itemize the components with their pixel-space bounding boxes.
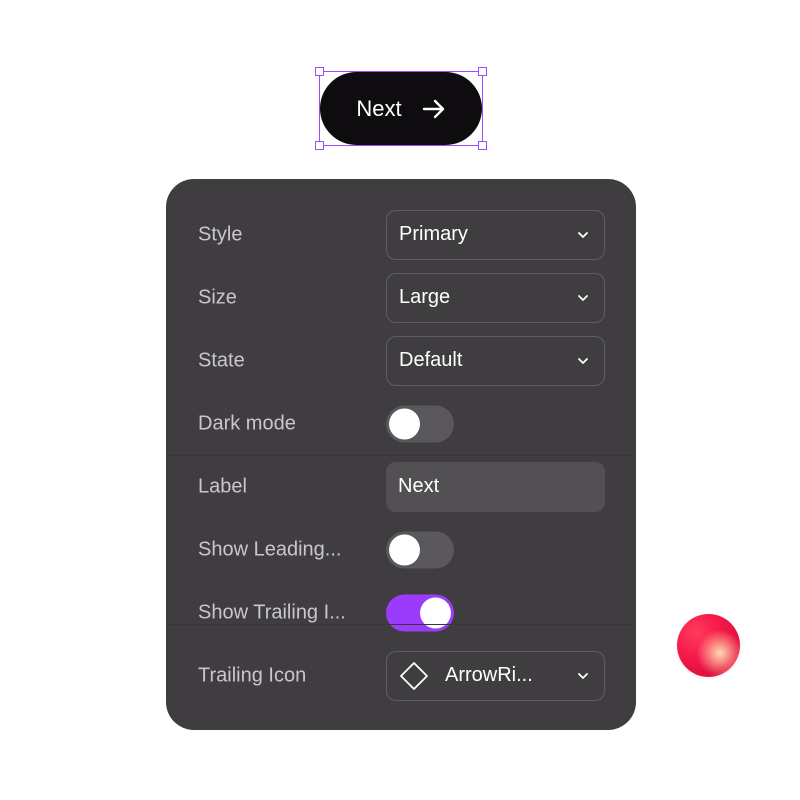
resize-handle-bottom-left[interactable] [315,141,324,150]
size-select[interactable]: Large [386,272,605,323]
style-select[interactable]: Primary [386,209,605,260]
show-leading-row: Show Leading... [166,518,636,581]
style-value: Primary [399,223,468,245]
trailing-icon-label: Trailing Icon [198,664,307,686]
chevron-down-icon [578,672,588,679]
trailing-icon-value: ArrowRi... [445,664,533,686]
canvas: Next Style Primary Size Large State Defa… [0,0,800,800]
trailing-icon-row: Trailing Icon ArrowRi... [166,644,636,707]
dark-mode-row: Dark mode [166,392,636,455]
section-divider [166,624,636,625]
toggle-knob [389,408,420,439]
size-value: Large [399,286,451,308]
show-leading-label: Show Leading... [198,538,342,560]
chevron-down-icon [578,294,588,301]
label-label: Label [198,475,247,497]
state-label: State [198,349,245,371]
dark-mode-toggle[interactable] [386,405,454,442]
show-trailing-label: Show Trailing I... [198,601,346,623]
label-input[interactable]: Next [386,461,605,512]
trailing-icon-select[interactable]: ArrowRi... [386,650,605,701]
show-leading-toggle[interactable] [386,531,454,568]
state-select[interactable]: Default [386,335,605,386]
size-row: Size Large [166,266,636,329]
chevron-down-icon [578,231,588,238]
toggle-knob [389,534,420,565]
avatar[interactable] [677,614,740,677]
resize-handle-top-right[interactable] [478,67,487,76]
style-row: Style Primary [166,203,636,266]
show-trailing-row: Show Trailing I... [166,581,636,644]
state-value: Default [399,349,463,371]
state-row: State Default [166,329,636,392]
properties-panel: Style Primary Size Large State Default D… [166,179,636,730]
label-input-value: Next [398,475,440,497]
show-trailing-toggle[interactable] [386,594,454,631]
label-row: Label Next [166,455,636,518]
diamond-icon [400,661,428,690]
selection-frame [315,67,487,150]
size-label: Size [198,286,237,308]
style-label: Style [198,223,243,245]
resize-handle-top-left[interactable] [315,67,324,76]
chevron-down-icon [578,357,588,364]
dark-mode-label: Dark mode [198,412,296,434]
resize-handle-bottom-right[interactable] [478,141,487,150]
